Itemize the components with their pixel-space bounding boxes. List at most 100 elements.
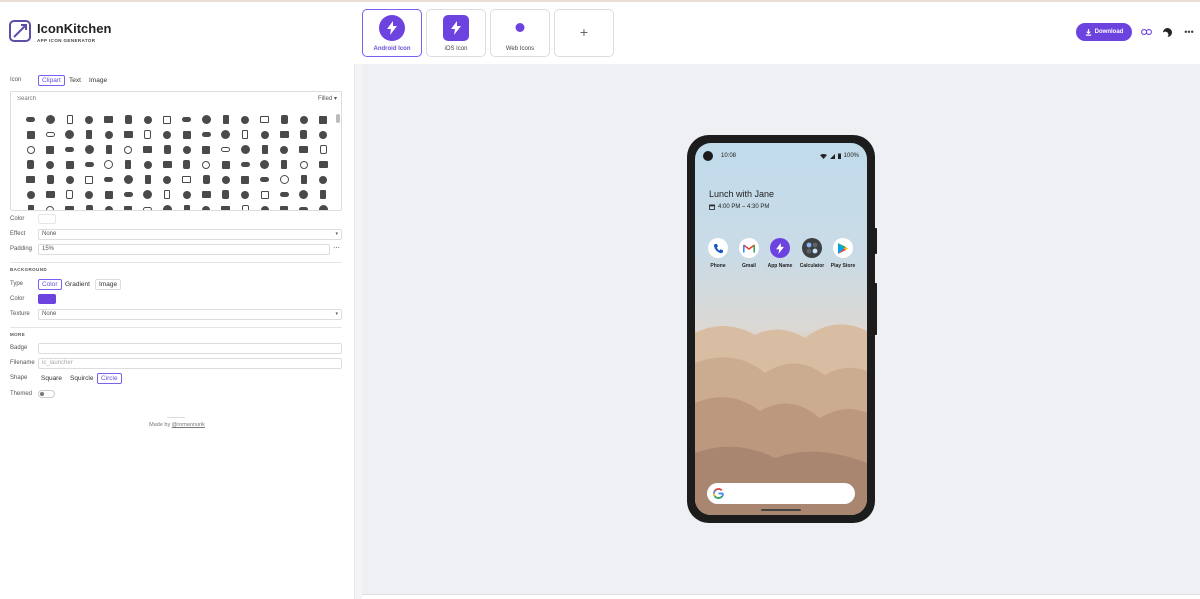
panel-splitter[interactable] xyxy=(354,64,362,599)
clipart-icon[interactable] xyxy=(138,187,158,202)
clipart-icon[interactable] xyxy=(138,157,158,172)
clipart-icon[interactable] xyxy=(41,142,61,157)
clipart-icon[interactable] xyxy=(158,202,178,210)
clipart-icon[interactable] xyxy=(119,202,139,210)
clipart-icon[interactable] xyxy=(177,157,197,172)
clipart-icon[interactable] xyxy=(41,157,61,172)
clipart-icon[interactable] xyxy=(216,112,236,127)
share-link-icon[interactable] xyxy=(1138,23,1154,41)
clipart-icon[interactable] xyxy=(158,142,178,157)
source-image-button[interactable]: Image xyxy=(86,75,110,86)
clipart-icon[interactable] xyxy=(177,172,197,187)
clipart-icon[interactable] xyxy=(41,112,61,127)
more-menu-icon[interactable]: ••• xyxy=(1181,23,1197,41)
clipart-icon[interactable] xyxy=(41,172,61,187)
clipart-icon[interactable] xyxy=(80,202,100,210)
clipart-icon[interactable] xyxy=(158,187,178,202)
clipart-icon[interactable] xyxy=(80,127,100,142)
clipart-icon[interactable] xyxy=(255,157,275,172)
clipart-icon[interactable] xyxy=(314,202,334,210)
clipart-icon[interactable] xyxy=(236,202,256,210)
clipart-icon[interactable] xyxy=(21,142,41,157)
clipart-icon[interactable] xyxy=(80,112,100,127)
clipart-icon[interactable] xyxy=(138,142,158,157)
clipart-icon[interactable] xyxy=(21,187,41,202)
clipart-icon[interactable] xyxy=(21,172,41,187)
clipart-icon[interactable] xyxy=(80,142,100,157)
clipart-icon[interactable] xyxy=(177,142,197,157)
bg-type-gradient-button[interactable]: Gradient xyxy=(62,279,93,290)
clipart-scrollbar[interactable] xyxy=(335,112,340,208)
clipart-icon[interactable] xyxy=(236,157,256,172)
source-text-button[interactable]: Text xyxy=(66,75,84,86)
clipart-icon[interactable] xyxy=(314,157,334,172)
dark-mode-icon[interactable] xyxy=(1159,23,1175,41)
clipart-icon[interactable] xyxy=(255,127,275,142)
clipart-icon[interactable] xyxy=(216,127,236,142)
clipart-icon[interactable] xyxy=(216,157,236,172)
clipart-icon[interactable] xyxy=(294,172,314,187)
clipart-icon[interactable] xyxy=(99,127,119,142)
clipart-icon[interactable] xyxy=(60,112,80,127)
clipart-icon[interactable] xyxy=(138,172,158,187)
clipart-icon[interactable] xyxy=(294,187,314,202)
icon-color-swatch[interactable] xyxy=(38,214,56,224)
clipart-icon[interactable] xyxy=(119,187,139,202)
clipart-icon[interactable] xyxy=(138,202,158,210)
clipart-icon[interactable] xyxy=(21,127,41,142)
clipart-icon[interactable] xyxy=(314,142,334,157)
clipart-icon[interactable] xyxy=(119,112,139,127)
clipart-icon[interactable] xyxy=(294,202,314,210)
texture-select[interactable]: None ▾ xyxy=(38,309,342,320)
tab-android-icon[interactable]: Android Icon xyxy=(362,9,422,57)
clipart-icon[interactable] xyxy=(99,142,119,157)
clipart-icon[interactable] xyxy=(119,172,139,187)
clipart-icon[interactable] xyxy=(158,157,178,172)
clipart-icon[interactable] xyxy=(294,142,314,157)
clipart-icon[interactable] xyxy=(275,187,295,202)
filename-input[interactable]: ic_launcher xyxy=(38,358,342,369)
scroll-thumb[interactable] xyxy=(336,114,340,123)
clipart-icon[interactable] xyxy=(314,172,334,187)
clipart-icon[interactable] xyxy=(177,127,197,142)
clipart-icon[interactable] xyxy=(177,187,197,202)
clipart-icon[interactable] xyxy=(275,142,295,157)
shape-square-button[interactable]: Square xyxy=(38,373,65,384)
clipart-icon[interactable] xyxy=(197,127,217,142)
clipart-icon[interactable] xyxy=(275,112,295,127)
clipart-icon[interactable] xyxy=(41,187,61,202)
clipart-icon[interactable] xyxy=(138,127,158,142)
clipart-icon[interactable] xyxy=(275,202,295,210)
clipart-icon[interactable] xyxy=(41,127,61,142)
clipart-icon[interactable] xyxy=(255,172,275,187)
clipart-icon[interactable] xyxy=(236,127,256,142)
clipart-icon[interactable] xyxy=(60,172,80,187)
clipart-icon[interactable] xyxy=(99,202,119,210)
clipart-icon[interactable] xyxy=(119,142,139,157)
clipart-icon[interactable] xyxy=(216,172,236,187)
clipart-icon[interactable] xyxy=(255,187,275,202)
bg-type-image-button[interactable]: Image xyxy=(95,279,122,290)
clipart-icon[interactable] xyxy=(255,112,275,127)
tab-web-icons[interactable]: Web Icons xyxy=(490,9,550,57)
clipart-icon[interactable] xyxy=(60,187,80,202)
clipart-icon[interactable] xyxy=(99,112,119,127)
clipart-icon[interactable] xyxy=(197,172,217,187)
shape-circle-button[interactable]: Circle xyxy=(97,373,122,384)
clipart-icon[interactable] xyxy=(314,187,334,202)
clipart-icon[interactable] xyxy=(138,112,158,127)
clipart-icon[interactable] xyxy=(158,112,178,127)
add-target-button[interactable]: + xyxy=(554,9,614,57)
clipart-icon[interactable] xyxy=(80,172,100,187)
clipart-icon[interactable] xyxy=(197,202,217,210)
effect-select[interactable]: None ▾ xyxy=(38,229,342,240)
clipart-icon[interactable] xyxy=(60,127,80,142)
author-link[interactable]: @romannurik xyxy=(172,422,205,428)
clipart-icon[interactable] xyxy=(275,127,295,142)
clipart-icon[interactable] xyxy=(236,112,256,127)
clipart-icon[interactable] xyxy=(99,157,119,172)
clipart-icon[interactable] xyxy=(216,202,236,210)
themed-toggle[interactable] xyxy=(38,390,55,398)
clipart-icon[interactable] xyxy=(255,202,275,210)
bg-color-swatch[interactable] xyxy=(38,294,56,304)
